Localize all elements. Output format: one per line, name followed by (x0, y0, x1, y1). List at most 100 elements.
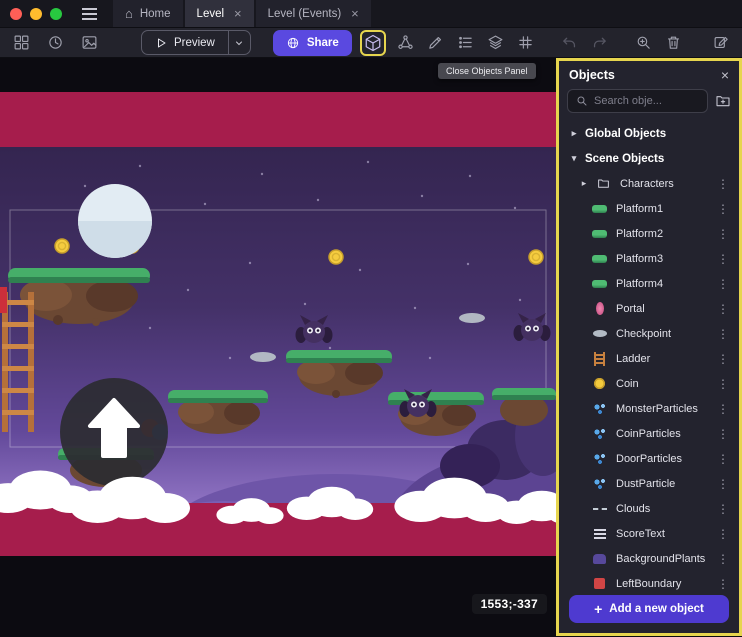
preview-button-group: Preview (141, 30, 251, 55)
object-item[interactable]: DustParticle ⋮ (559, 471, 739, 496)
instances-list-icon[interactable] (454, 32, 476, 54)
object-groups-icon[interactable] (394, 32, 416, 54)
objects-tree: ▸ Global Objects ▾ Scene Objects ▸ Chara… (559, 119, 739, 595)
item-menu-icon[interactable]: ⋮ (713, 377, 733, 391)
tab-label: Level (Events) (268, 8, 342, 20)
object-item[interactable]: Ladder ⋮ (559, 346, 739, 371)
particles-icon (591, 428, 608, 440)
layout-icon[interactable] (10, 32, 32, 54)
close-window-button[interactable] (10, 8, 22, 20)
add-folder-icon[interactable] (715, 93, 731, 109)
platform-icon (591, 230, 608, 238)
chevron-right-icon: ▸ (569, 128, 579, 139)
object-item[interactable]: Checkpoint ⋮ (559, 321, 739, 346)
group-scene-objects[interactable]: ▾ Scene Objects (559, 146, 739, 171)
item-menu-icon[interactable]: ⋮ (713, 277, 733, 291)
redo-icon[interactable] (588, 32, 610, 54)
toolbar: Preview Share (0, 28, 742, 58)
item-menu-icon[interactable]: ⋮ (713, 427, 733, 441)
item-menu-icon[interactable]: ⋮ (713, 527, 733, 541)
tab-home[interactable]: ⌂ Home (113, 0, 183, 27)
object-item[interactable]: Clouds ⋮ (559, 496, 739, 521)
object-item[interactable]: Platform1 ⋮ (559, 196, 739, 221)
item-menu-icon[interactable]: ⋮ (713, 177, 733, 191)
object-item[interactable]: DoorParticles ⋮ (559, 446, 739, 471)
item-menu-icon[interactable]: ⋮ (713, 327, 733, 341)
tab-label: Home (140, 8, 171, 20)
layers-icon[interactable] (484, 32, 506, 54)
object-item[interactable]: CoinParticles ⋮ (559, 421, 739, 446)
item-menu-icon[interactable]: ⋮ (713, 202, 733, 216)
add-object-button[interactable]: + Add a new object (569, 595, 729, 623)
titlebar: ⌂ Home Level × Level (Events) × (0, 0, 742, 28)
item-menu-icon[interactable]: ⋮ (713, 402, 733, 416)
particles-icon (591, 478, 608, 490)
trash-icon[interactable] (662, 32, 684, 54)
object-item[interactable]: Platform2 ⋮ (559, 221, 739, 246)
object-item[interactable]: MonsterParticles ⋮ (559, 396, 739, 421)
share-button[interactable]: Share (273, 30, 352, 56)
window-controls (0, 8, 74, 20)
preview-options-button[interactable] (228, 31, 250, 54)
game-scene (0, 58, 556, 636)
item-menu-icon[interactable]: ⋮ (713, 477, 733, 491)
edit-icon[interactable] (424, 32, 446, 54)
zoom-in-icon[interactable] (632, 32, 654, 54)
clouds-icon (591, 508, 608, 510)
rename-icon[interactable] (710, 32, 732, 54)
toolbar-left-icons (10, 32, 100, 54)
plus-icon: + (594, 601, 602, 617)
folder-characters[interactable]: ▸ Characters ⋮ (559, 171, 739, 196)
close-tab-icon[interactable]: × (234, 6, 242, 21)
panel-title: Objects (569, 68, 615, 82)
platform-icon (591, 280, 608, 288)
object-item[interactable]: BackgroundPlants ⋮ (559, 546, 739, 571)
platform-icon (591, 255, 608, 263)
object-item[interactable]: Portal ⋮ (559, 296, 739, 321)
plants-icon (591, 554, 608, 564)
share-label: Share (307, 37, 339, 49)
objects-panel-toggle[interactable] (360, 30, 386, 56)
preview-label: Preview (174, 37, 215, 49)
undo-icon[interactable] (558, 32, 580, 54)
minimize-window-button[interactable] (30, 8, 42, 20)
item-menu-icon[interactable]: ⋮ (713, 552, 733, 566)
play-icon (155, 37, 167, 49)
chevron-right-icon: ▸ (579, 178, 589, 189)
tooltip: Close Objects Panel (438, 63, 536, 79)
item-menu-icon[interactable]: ⋮ (713, 252, 733, 266)
item-menu-icon[interactable]: ⋮ (713, 452, 733, 466)
history-icon[interactable] (44, 32, 66, 54)
zoom-window-button[interactable] (50, 8, 62, 20)
object-item[interactable]: ScoreText ⋮ (559, 521, 739, 546)
object-item[interactable]: LeftBoundary ⋮ (559, 571, 739, 595)
image-icon[interactable] (78, 32, 100, 54)
objects-panel: Objects × ▸ Global Objects ▾ (556, 58, 742, 636)
ladder-icon (591, 352, 608, 366)
close-panel-icon[interactable]: × (721, 67, 729, 83)
coin-icon (591, 378, 608, 389)
tab-level[interactable]: Level × (185, 0, 254, 27)
item-menu-icon[interactable]: ⋮ (713, 502, 733, 516)
item-menu-icon[interactable]: ⋮ (713, 577, 733, 591)
search-box[interactable] (567, 89, 708, 113)
search-input[interactable] (594, 95, 699, 107)
menu-icon[interactable] (82, 13, 97, 15)
search-icon (576, 95, 588, 107)
scene-editor-canvas[interactable]: 1553;-337 (0, 58, 556, 636)
preview-button[interactable]: Preview (142, 31, 228, 54)
globe-icon (286, 36, 300, 50)
item-menu-icon[interactable]: ⋮ (713, 352, 733, 366)
grid-icon[interactable] (514, 32, 536, 54)
close-tab-icon[interactable]: × (351, 6, 359, 21)
object-item[interactable]: Platform3 ⋮ (559, 246, 739, 271)
folder-icon (595, 177, 612, 190)
tab-label: Level (197, 8, 225, 20)
object-item[interactable]: Platform4 ⋮ (559, 271, 739, 296)
group-global-objects[interactable]: ▸ Global Objects (559, 121, 739, 146)
object-item[interactable]: Coin ⋮ (559, 371, 739, 396)
item-menu-icon[interactable]: ⋮ (713, 227, 733, 241)
tab-level-events[interactable]: Level (Events) × (256, 0, 371, 27)
cursor-coordinates: 1553;-337 (472, 594, 547, 614)
item-menu-icon[interactable]: ⋮ (713, 302, 733, 316)
